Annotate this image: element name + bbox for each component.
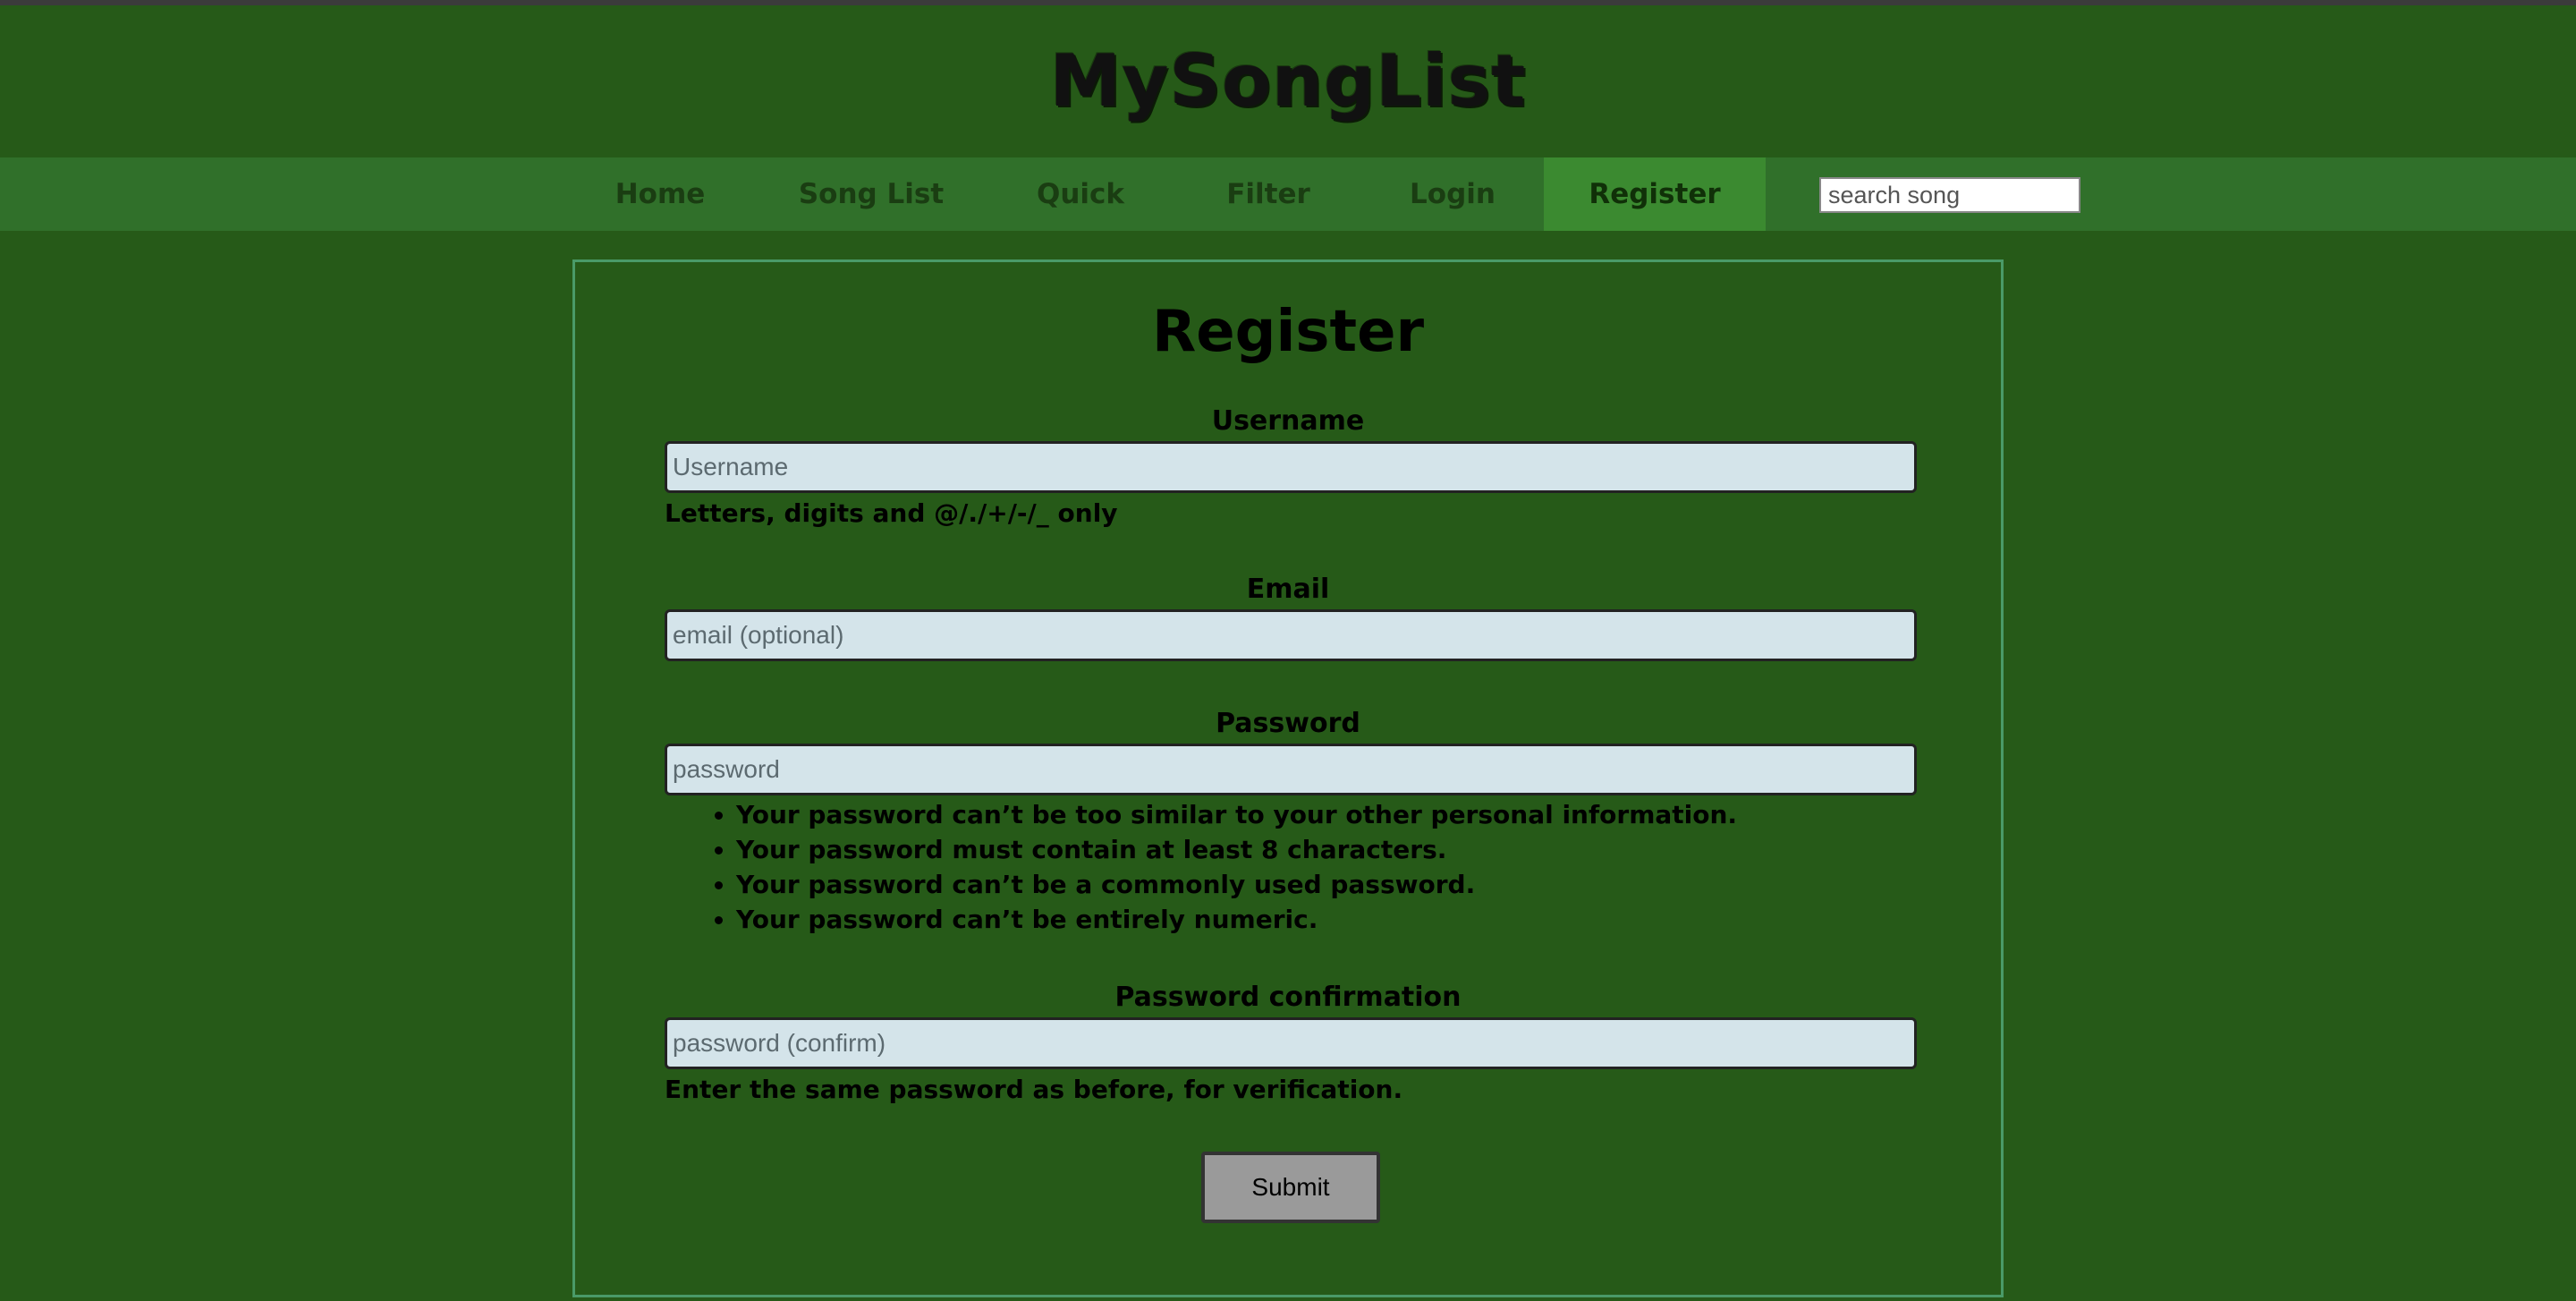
nav-item-login[interactable]: Login xyxy=(1383,157,1522,231)
password-rule-item: Your password can’t be a commonly used p… xyxy=(736,867,1917,902)
password-confirm-help-text: Enter the same password as before, for v… xyxy=(665,1075,1403,1104)
email-label: Email xyxy=(1246,574,1330,605)
password-rules-list: Your password can’t be too similar to yo… xyxy=(665,797,1917,937)
email-field[interactable] xyxy=(665,609,1917,661)
username-field[interactable] xyxy=(665,441,1917,493)
navbar: Home Song List Quick Filter Login Regist… xyxy=(0,157,2576,231)
nav-item-register[interactable]: Register xyxy=(1544,157,1766,231)
password-rule-item: Your password must contain at least 8 ch… xyxy=(736,832,1917,867)
nav-item-filter[interactable]: Filter xyxy=(1199,157,1338,231)
nav-item-home[interactable]: Home xyxy=(590,157,730,231)
register-form-card: Register Username Letters, digits and @/… xyxy=(572,259,2004,1297)
nav-item-song-list[interactable]: Song List xyxy=(784,157,959,231)
password-confirm-label: Password confirmation xyxy=(1114,982,1462,1013)
password-confirm-field[interactable] xyxy=(665,1017,1917,1069)
site-logo-title[interactable]: MySongList xyxy=(0,32,2576,131)
nav-item-quick[interactable]: Quick xyxy=(1013,157,1148,231)
page-title: Register xyxy=(1151,299,1425,365)
password-rule-item: Your password can’t be too similar to yo… xyxy=(736,797,1917,832)
submit-button[interactable]: Submit xyxy=(1201,1152,1380,1223)
username-help-text: Letters, digits and @/./+/-/_ only xyxy=(665,498,1118,528)
username-label: Username xyxy=(1211,405,1365,437)
search-input[interactable] xyxy=(1819,177,2080,213)
password-rule-item: Your password can’t be entirely numeric. xyxy=(736,902,1917,937)
password-label: Password xyxy=(1216,708,1360,739)
page: MySongList Home Song List Quick Filter L… xyxy=(0,0,2576,1301)
password-field[interactable] xyxy=(665,744,1917,795)
